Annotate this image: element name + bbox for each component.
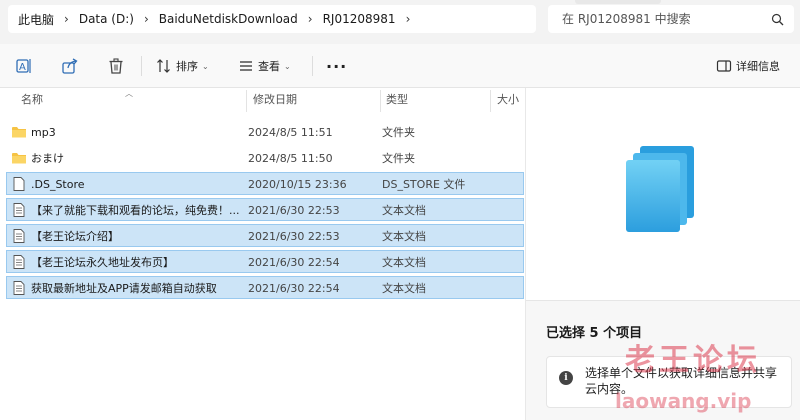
breadcrumb-baidu-folder[interactable]: BaiduNetdiskDownload [159, 12, 298, 26]
file-name: mp3 [31, 126, 56, 139]
chevron-right-icon: › [307, 12, 313, 26]
text-file-icon [13, 255, 25, 269]
more-options-button[interactable]: ··· [326, 53, 347, 79]
file-type: DS_STORE 文件 [382, 178, 466, 191]
file-modified: 2024/8/5 11:51 [248, 126, 333, 139]
chevron-right-icon: › [143, 12, 149, 26]
sort-label: 排序 [176, 60, 198, 73]
folder-icon [12, 127, 26, 138]
share-icon [62, 58, 78, 74]
svg-text:A: A [19, 62, 26, 73]
chevron-right-icon[interactable]: › [406, 12, 411, 26]
breadcrumb-current-folder[interactable]: RJ01208981 [323, 12, 396, 26]
column-divider[interactable] [380, 90, 381, 112]
file-modified: 2024/8/5 11:50 [248, 152, 333, 165]
tab-accent [575, 0, 661, 4]
file-icon [13, 177, 25, 191]
chevron-down-icon: ⌄ [284, 61, 291, 71]
more-icon: ··· [326, 56, 348, 76]
trash-icon [109, 58, 123, 74]
file-modified: 2021/6/30 22:54 [248, 256, 340, 269]
delete-button[interactable] [106, 53, 126, 79]
file-type: 文本文档 [382, 282, 426, 295]
column-header-name[interactable]: 名称 [21, 88, 43, 112]
info-icon: i [559, 371, 573, 385]
file-name: .DS_Store [31, 178, 85, 191]
column-divider[interactable] [246, 90, 247, 112]
sort-ascending-icon: ︿ [125, 89, 133, 98]
file-modified: 2020/10/15 23:36 [248, 178, 347, 191]
file-modified: 2021/6/30 22:54 [248, 282, 340, 295]
text-file-icon [13, 203, 25, 217]
column-header-type[interactable]: 类型 [386, 88, 408, 112]
file-type: 文本文档 [382, 204, 426, 217]
file-name: 【老王论坛介绍】 [31, 230, 119, 243]
sort-icon [157, 59, 170, 73]
view-label: 查看 [258, 60, 280, 73]
file-name: 获取最新地址及APP请发邮箱自动获取 [31, 282, 217, 295]
share-button[interactable] [60, 53, 80, 79]
file-name: 【老王论坛永久地址发布页】 [31, 256, 174, 269]
rename-button[interactable]: A [14, 53, 34, 79]
command-bar: A 排序 ⌄ 查看 ⌄ ··· 详细信息 [0, 44, 800, 88]
breadcrumb-this-pc[interactable]: 此电脑 [18, 11, 54, 28]
column-header-modified[interactable]: 修改日期 [253, 88, 297, 112]
search-input[interactable] [562, 12, 771, 26]
sort-button[interactable]: 排序 ⌄ [156, 53, 209, 79]
file-name: おまけ [31, 152, 64, 165]
file-list: mp3 2024/8/5 11:51 文件夹 おまけ 2024/8/5 11:5… [0, 112, 525, 420]
text-file-icon [13, 281, 25, 295]
details-pane-icon [716, 60, 732, 72]
breadcrumb-data-drive[interactable]: Data (D:) [79, 12, 134, 26]
chevron-right-icon: › [64, 12, 69, 26]
toolbar-divider [141, 56, 142, 76]
details-pane-button[interactable]: 详细信息 [716, 53, 780, 79]
multiple-files-icon [626, 146, 694, 232]
details-label: 详细信息 [736, 60, 780, 73]
watermark-text: 老王论坛 [625, 343, 761, 378]
list-item[interactable]: 获取最新地址及APP请发邮箱自动获取 2021/6/30 22:54 文本文档 [6, 276, 524, 299]
file-type: 文件夹 [382, 126, 415, 139]
breadcrumb[interactable]: 此电脑 › Data (D:) › BaiduNetdiskDownload ›… [8, 5, 536, 33]
list-item[interactable]: おまけ 2024/8/5 11:50 文件夹 [6, 146, 524, 169]
search-box[interactable] [548, 5, 794, 33]
watermark-url: laowang.vip [615, 389, 752, 413]
folder-icon [12, 153, 26, 164]
column-divider[interactable] [490, 90, 491, 112]
list-item[interactable]: 【来了就能下载和观看的论坛，纯免费！... 2021/6/30 22:53 文本… [6, 198, 524, 221]
file-type: 文本文档 [382, 256, 426, 269]
file-modified: 2021/6/30 22:53 [248, 204, 340, 217]
file-modified: 2021/6/30 22:53 [248, 230, 340, 243]
view-icon [240, 61, 252, 71]
rename-icon: A [16, 59, 31, 73]
toolbar-divider [312, 56, 313, 76]
file-type: 文本文档 [382, 230, 426, 243]
column-header-row: ︿ 名称 修改日期 类型 大小 [0, 88, 525, 112]
chevron-down-icon: ⌄ [202, 61, 209, 71]
search-icon[interactable] [771, 13, 784, 26]
address-bar-area: 此电脑 › Data (D:) › BaiduNetdiskDownload ›… [0, 0, 800, 40]
list-item[interactable]: mp3 2024/8/5 11:51 文件夹 [6, 120, 524, 143]
text-file-icon [13, 229, 25, 243]
list-item[interactable]: 【老王论坛介绍】 2021/6/30 22:53 文本文档 [6, 224, 524, 247]
list-item[interactable]: 【老王论坛永久地址发布页】 2021/6/30 22:54 文本文档 [6, 250, 524, 273]
list-item[interactable]: .DS_Store 2020/10/15 23:36 DS_STORE 文件 [6, 172, 524, 195]
file-name: 【来了就能下载和观看的论坛，纯免费！... [31, 204, 240, 217]
file-type: 文件夹 [382, 152, 415, 165]
view-button[interactable]: 查看 ⌄ [238, 53, 291, 79]
column-header-size[interactable]: 大小 [497, 88, 519, 112]
